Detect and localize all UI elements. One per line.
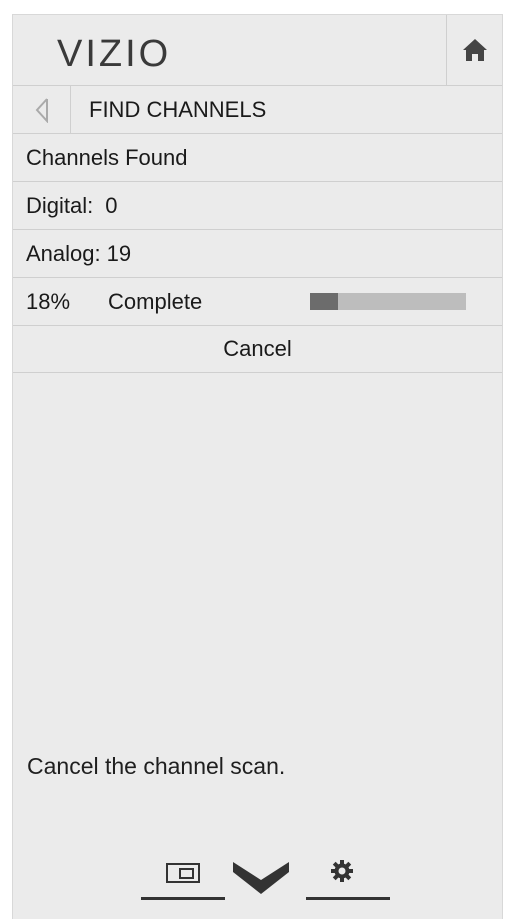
chevron-down-icon [233, 862, 289, 894]
settings-underline [306, 897, 390, 900]
digital-label: Digital: [26, 192, 94, 218]
header: VIZIO [13, 15, 502, 85]
analog-value: 19 [106, 240, 132, 266]
back-arrow-icon [35, 97, 48, 123]
down-button[interactable] [233, 862, 289, 899]
picture-underline [141, 897, 225, 900]
analog-row: Analog: 19 [13, 229, 502, 277]
cancel-button[interactable]: Cancel [13, 325, 502, 373]
picture-button[interactable] [166, 863, 200, 888]
digital-value: 0 [105, 192, 118, 218]
vizio-logo: VIZIO [57, 33, 172, 75]
progress-bar [310, 293, 466, 310]
channels-found-label: Channels Found [26, 144, 188, 170]
help-text: Cancel the channel scan. [27, 753, 286, 779]
progress-percent: 18% [26, 288, 71, 314]
page-title: FIND CHANNELS [89, 96, 267, 122]
nav-row: FIND CHANNELS [13, 85, 502, 133]
digital-row: Digital: 0 [13, 181, 502, 229]
menu-panel: VIZIO FIND CHANNELS Channels Found Digit… [12, 14, 503, 919]
picture-in-picture-icon [166, 863, 200, 883]
bottom-bar [13, 853, 502, 903]
home-button[interactable] [446, 15, 503, 85]
back-button[interactable] [13, 86, 71, 133]
cancel-label: Cancel [223, 336, 292, 361]
channels-found-row: Channels Found [13, 133, 502, 181]
progress-bar-fill [310, 293, 339, 310]
gear-icon [331, 860, 353, 882]
analog-label: Analog: [26, 240, 101, 266]
progress-row: 18% Complete [13, 277, 502, 325]
home-icon [463, 39, 487, 61]
progress-label: Complete [108, 288, 203, 314]
settings-button[interactable] [330, 859, 354, 888]
